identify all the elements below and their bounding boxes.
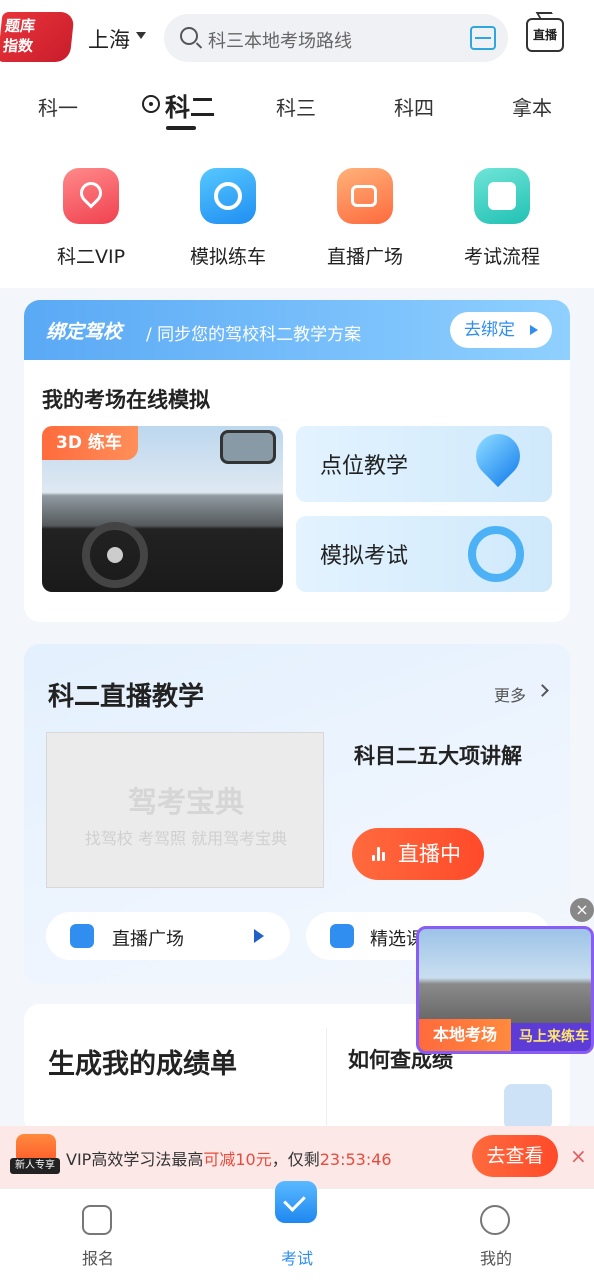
promo-mid: ，仅剩: [271, 1150, 320, 1169]
scan-icon[interactable]: [470, 26, 496, 50]
nav-signup[interactable]: 报名: [38, 1189, 158, 1280]
view-promo-button[interactable]: 去查看: [472, 1135, 558, 1177]
steering-wheel-graphic: [82, 522, 148, 588]
exam-check-icon: [275, 1181, 317, 1223]
tab-get-license[interactable]: 拿本: [512, 92, 552, 121]
nav-signup-label: 报名: [81, 1249, 114, 1268]
online-sim-title: 我的考场在线模拟: [42, 388, 210, 412]
divider: [326, 1028, 327, 1138]
dropdown-arrow-icon[interactable]: [136, 32, 146, 39]
watermark-subtitle: 找驾校 考驾照 就用驾考宝典: [84, 829, 288, 848]
steering-wheel-icon: [468, 526, 524, 582]
close-ad-icon[interactable]: ×: [570, 898, 594, 922]
promo-countdown: 23:53:46: [319, 1150, 392, 1169]
mock-exam-label: 模拟考试: [320, 544, 409, 569]
course-title[interactable]: 科目二五大项讲解: [354, 740, 522, 770]
tab-subject-2[interactable]: 科二: [165, 88, 215, 124]
signup-icon: [82, 1205, 112, 1235]
logo-line-1: 题库: [4, 17, 37, 35]
tab-subject-3[interactable]: 科三: [276, 92, 316, 121]
quick-entry-sim-label[interactable]: 模拟练车: [168, 242, 288, 269]
close-icon[interactable]: ×: [570, 1144, 587, 1168]
chevron-right-icon[interactable]: [536, 684, 549, 697]
mock-exam-tile[interactable]: 模拟考试: [296, 516, 552, 592]
watermark-title: 驾考宝典: [127, 785, 244, 819]
bottom-nav: 报名 考试 我的: [0, 1181, 594, 1280]
document-icon[interactable]: [474, 168, 530, 224]
practice-now-tag: 马上来练车: [511, 1023, 591, 1051]
point-teaching-label: 点位教学: [320, 454, 409, 479]
logo-line-2: 指数: [2, 37, 35, 55]
bind-school-button[interactable]: 去绑定: [450, 312, 552, 348]
live-video-thumbnail[interactable]: 驾考宝典 找驾校 考驾照 就用驾考宝典: [46, 732, 324, 888]
floating-local-exam-ad[interactable]: 本地考场 马上来练车: [416, 926, 594, 1054]
bind-school-subtitle: / 同步您的驾校科二教学方案: [146, 325, 362, 345]
quick-entry-grid: 科二VIP 模拟练车 直播广场 考试流程: [0, 138, 594, 288]
location-pin-icon: [466, 424, 530, 488]
steering-wheel-icon: [142, 95, 160, 113]
city-selector[interactable]: 上海: [88, 24, 130, 54]
play-square-icon: [70, 924, 94, 948]
live-now-button[interactable]: 直播中: [352, 828, 484, 880]
search-input[interactable]: 科三本地考场路线: [208, 27, 352, 53]
bind-school-banner: 绑定驾校 / 同步您的驾校科二教学方案 去绑定: [24, 300, 570, 360]
active-tab-indicator: [166, 126, 196, 130]
live-now-label: 直播中: [398, 842, 461, 866]
profile-icon: [480, 1205, 510, 1235]
nav-exam[interactable]: 考试: [237, 1181, 357, 1280]
tab-subject-4[interactable]: 科四: [394, 92, 434, 121]
promo-discount: 可减10元: [203, 1150, 272, 1169]
generate-score-title[interactable]: 生成我的成绩单: [48, 1042, 237, 1081]
bind-school-title: 绑定驾校: [46, 321, 123, 343]
nav-profile[interactable]: 我的: [436, 1189, 556, 1280]
quick-entry-vip-label[interactable]: 科二VIP: [31, 242, 151, 269]
video-camera-icon[interactable]: [337, 168, 393, 224]
live-square-pill[interactable]: 直播广场: [46, 912, 290, 960]
nav-exam-label: 考试: [280, 1249, 313, 1268]
nav-profile-label: 我的: [479, 1249, 512, 1268]
live-teaching-title: 科二直播教学: [48, 682, 205, 712]
point-teaching-tile[interactable]: 点位教学: [296, 424, 552, 502]
more-link[interactable]: 更多: [494, 682, 526, 706]
quick-entry-process-label[interactable]: 考试流程: [442, 242, 562, 269]
top-header: 题库 指数 上海 科三本地考场路线 直播: [0, 0, 594, 80]
newcomer-badge: 新人专享: [10, 1158, 60, 1174]
local-exam-tag: 本地考场: [419, 1019, 511, 1051]
vip-promo-bar: 新人专享 VIP高效学习法最高可减10元，仅剩23:53:46 去查看 ×: [0, 1126, 594, 1188]
search-bar[interactable]: 科三本地考场路线: [164, 14, 508, 62]
live-square-label: 直播广场: [112, 929, 184, 950]
question-bank-index-logo[interactable]: 题库 指数: [0, 12, 75, 62]
subject-tabs: 科一 科二 科三 科四 拿本: [0, 80, 594, 138]
quick-entry-live-label[interactable]: 直播广场: [305, 242, 425, 269]
bind-school-card: 绑定驾校 / 同步您的驾校科二教学方案 去绑定 我的考场在线模拟 3D 练车 点…: [24, 300, 570, 622]
document-search-icon: [504, 1084, 552, 1130]
tab-subject-1[interactable]: 科一: [38, 92, 78, 121]
3d-practice-tag: 3D 练车: [42, 426, 138, 460]
course-icon: [330, 924, 354, 948]
search-icon: [180, 27, 198, 45]
vip-icon[interactable]: [63, 168, 119, 224]
promo-text: VIP高效学习法最高可减10元，仅剩23:53:46: [66, 1146, 392, 1170]
3d-practice-image[interactable]: 3D 练车: [42, 426, 283, 592]
play-icon: [254, 929, 264, 943]
steering-wheel-3d-icon[interactable]: [200, 168, 256, 224]
rearview-mirror-graphic: [220, 430, 276, 464]
live-tv-icon[interactable]: 直播: [526, 18, 564, 52]
promo-prefix: VIP高效学习法最高: [66, 1150, 204, 1169]
sound-bars-icon: [372, 847, 388, 861]
